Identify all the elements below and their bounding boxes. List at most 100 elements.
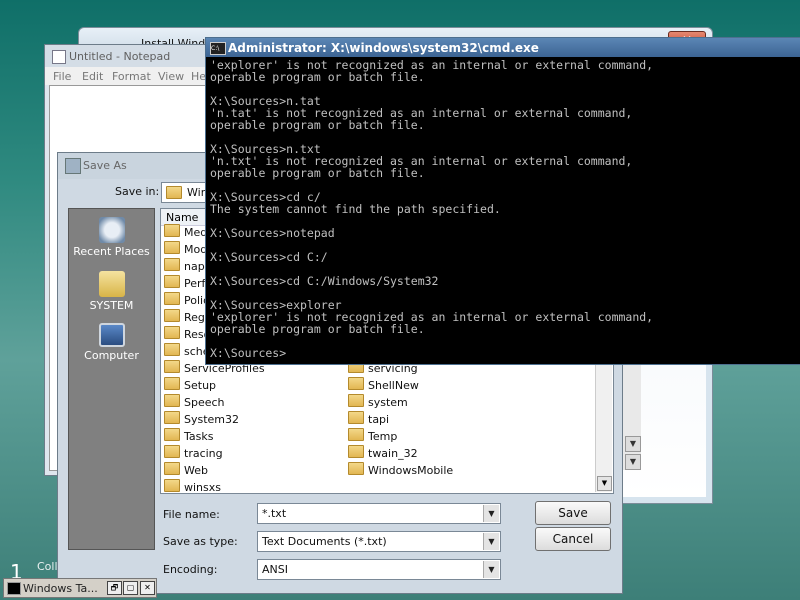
folder-icon xyxy=(348,411,364,424)
console-line: X:\Sources>notepad xyxy=(210,226,335,240)
user-folder-icon xyxy=(98,271,125,297)
recent-places-icon xyxy=(98,217,125,243)
cmd-icon: C:\ xyxy=(210,42,226,55)
encoding-label: Encoding: xyxy=(163,563,218,576)
folder-icon xyxy=(164,462,180,475)
list-item[interactable]: System32 xyxy=(164,411,239,427)
list-item-label: Setup xyxy=(184,379,217,392)
maximize-icon[interactable]: ▢ xyxy=(123,581,138,595)
folder-icon xyxy=(164,241,180,254)
list-item-label: twain_32 xyxy=(368,447,418,460)
menu-help[interactable]: He xyxy=(191,70,206,83)
folder-icon xyxy=(164,360,180,373)
list-item-label: Web xyxy=(184,464,208,477)
folder-icon xyxy=(164,326,180,339)
list-item[interactable]: sche xyxy=(164,343,210,359)
save-in-label: Save in: xyxy=(115,185,160,198)
folder-icon xyxy=(348,462,364,475)
close-icon[interactable]: ✕ xyxy=(140,581,155,595)
list-item[interactable]: Temp xyxy=(348,428,397,444)
list-item[interactable]: Speech xyxy=(164,394,225,410)
menu-format[interactable]: Format xyxy=(112,70,151,83)
folder-icon xyxy=(164,479,180,492)
folder-icon xyxy=(348,377,364,390)
list-item[interactable]: Polic xyxy=(164,292,209,308)
file-name-label: File name: xyxy=(163,508,220,521)
folder-icon xyxy=(164,292,180,305)
console-line: X:\Sources>cd C:/ xyxy=(210,250,328,264)
folder-icon xyxy=(164,377,180,390)
list-item[interactable]: twain_32 xyxy=(348,445,418,461)
list-item-label: tracing xyxy=(184,447,223,460)
folder-icon xyxy=(164,343,180,356)
folder-icon xyxy=(164,445,180,458)
file-name-input[interactable]: *.txt ▼ xyxy=(257,503,501,524)
list-item[interactable]: Tasks xyxy=(164,428,213,444)
scroll-down-arrow-icon[interactable]: ▼ xyxy=(625,454,641,470)
console-line: X:\Sources>cd C:/Windows/System32 xyxy=(210,274,439,288)
list-item[interactable]: WindowsMobile xyxy=(348,462,453,478)
console-line: The system cannot find the path specifie… xyxy=(210,202,501,216)
scroll-down-arrow-icon[interactable]: ▼ xyxy=(597,476,612,491)
list-item-label: Temp xyxy=(368,430,398,443)
place-computer[interactable]: Computer xyxy=(69,323,154,362)
console-line: operable program or batch file. xyxy=(210,118,425,132)
file-name-value: *.txt xyxy=(262,507,287,520)
save-button[interactable]: Save xyxy=(535,501,611,525)
list-item[interactable]: Reso xyxy=(164,326,210,342)
folder-icon xyxy=(164,258,180,271)
places-bar: Recent Places SYSTEM Computer xyxy=(68,208,155,550)
list-item[interactable]: tapi xyxy=(348,411,389,427)
folder-icon xyxy=(164,394,180,407)
list-item-label: WindowsMobile xyxy=(368,464,454,477)
encoding-dropdown[interactable]: ANSI ▼ xyxy=(257,559,501,580)
minimized-window-button[interactable]: Windows Ta... 🗗 ▢ ✕ xyxy=(3,578,157,598)
console-line: operable program or batch file. xyxy=(210,70,425,84)
list-item[interactable]: Medi xyxy=(164,224,210,240)
list-item[interactable]: nap xyxy=(164,258,205,274)
list-item[interactable]: winsxs xyxy=(164,479,221,495)
list-item[interactable]: Web xyxy=(164,462,208,478)
folder-icon xyxy=(164,428,180,441)
list-item-label: System32 xyxy=(184,413,240,426)
folder-icon xyxy=(164,275,180,288)
place-recent-places[interactable]: Recent Places xyxy=(69,217,154,258)
file-column-2: servicing ShellNew system tapi Temp twain_32 W… xyxy=(348,360,588,480)
list-item[interactable]: Regi xyxy=(164,309,208,325)
save-type-dropdown[interactable]: Text Documents (*.txt) ▼ xyxy=(257,531,501,552)
list-item-label: system xyxy=(368,396,408,409)
background-text: Coll xyxy=(37,560,58,573)
place-label: SYSTEM xyxy=(89,299,134,312)
list-item[interactable]: tracing xyxy=(164,445,223,461)
list-item[interactable]: ShellNew xyxy=(348,377,419,393)
console-output[interactable]: 'explorer' is not recognized as an inter… xyxy=(210,59,797,362)
cmd-icon xyxy=(7,582,21,595)
restore-icon[interactable]: 🗗 xyxy=(107,581,122,595)
list-item-label: Tasks xyxy=(184,430,214,443)
chevron-down-icon[interactable]: ▼ xyxy=(483,533,499,550)
folder-icon xyxy=(164,411,180,424)
cmd-window: C:\ Administrator: X:\windows\system32\c… xyxy=(205,37,800,365)
list-item[interactable]: system xyxy=(348,394,408,410)
notepad-title: Untitled - Notepad xyxy=(69,50,171,63)
folder-icon xyxy=(348,428,364,441)
computer-icon xyxy=(98,323,125,347)
place-label: Recent Places xyxy=(73,245,150,258)
menu-file[interactable]: File xyxy=(53,70,71,83)
folder-icon xyxy=(164,224,180,237)
scroll-down-arrow-icon[interactable]: ▼ xyxy=(625,436,641,452)
menu-edit[interactable]: Edit xyxy=(82,70,103,83)
list-item-label: nap xyxy=(184,260,205,273)
chevron-down-icon[interactable]: ▼ xyxy=(483,561,499,578)
menu-view[interactable]: View xyxy=(158,70,184,83)
column-header-label: Name xyxy=(166,211,199,224)
chevron-down-icon[interactable]: ▼ xyxy=(483,505,499,522)
folder-icon xyxy=(348,394,364,407)
place-system[interactable]: SYSTEM xyxy=(69,271,154,312)
cancel-button[interactable]: Cancel xyxy=(535,527,611,551)
list-item[interactable]: Setup xyxy=(164,377,216,393)
background-scrollbar[interactable]: ▼ ▼ xyxy=(622,360,641,470)
folder-icon xyxy=(348,445,364,458)
list-item-label: ShellNew xyxy=(368,379,419,392)
